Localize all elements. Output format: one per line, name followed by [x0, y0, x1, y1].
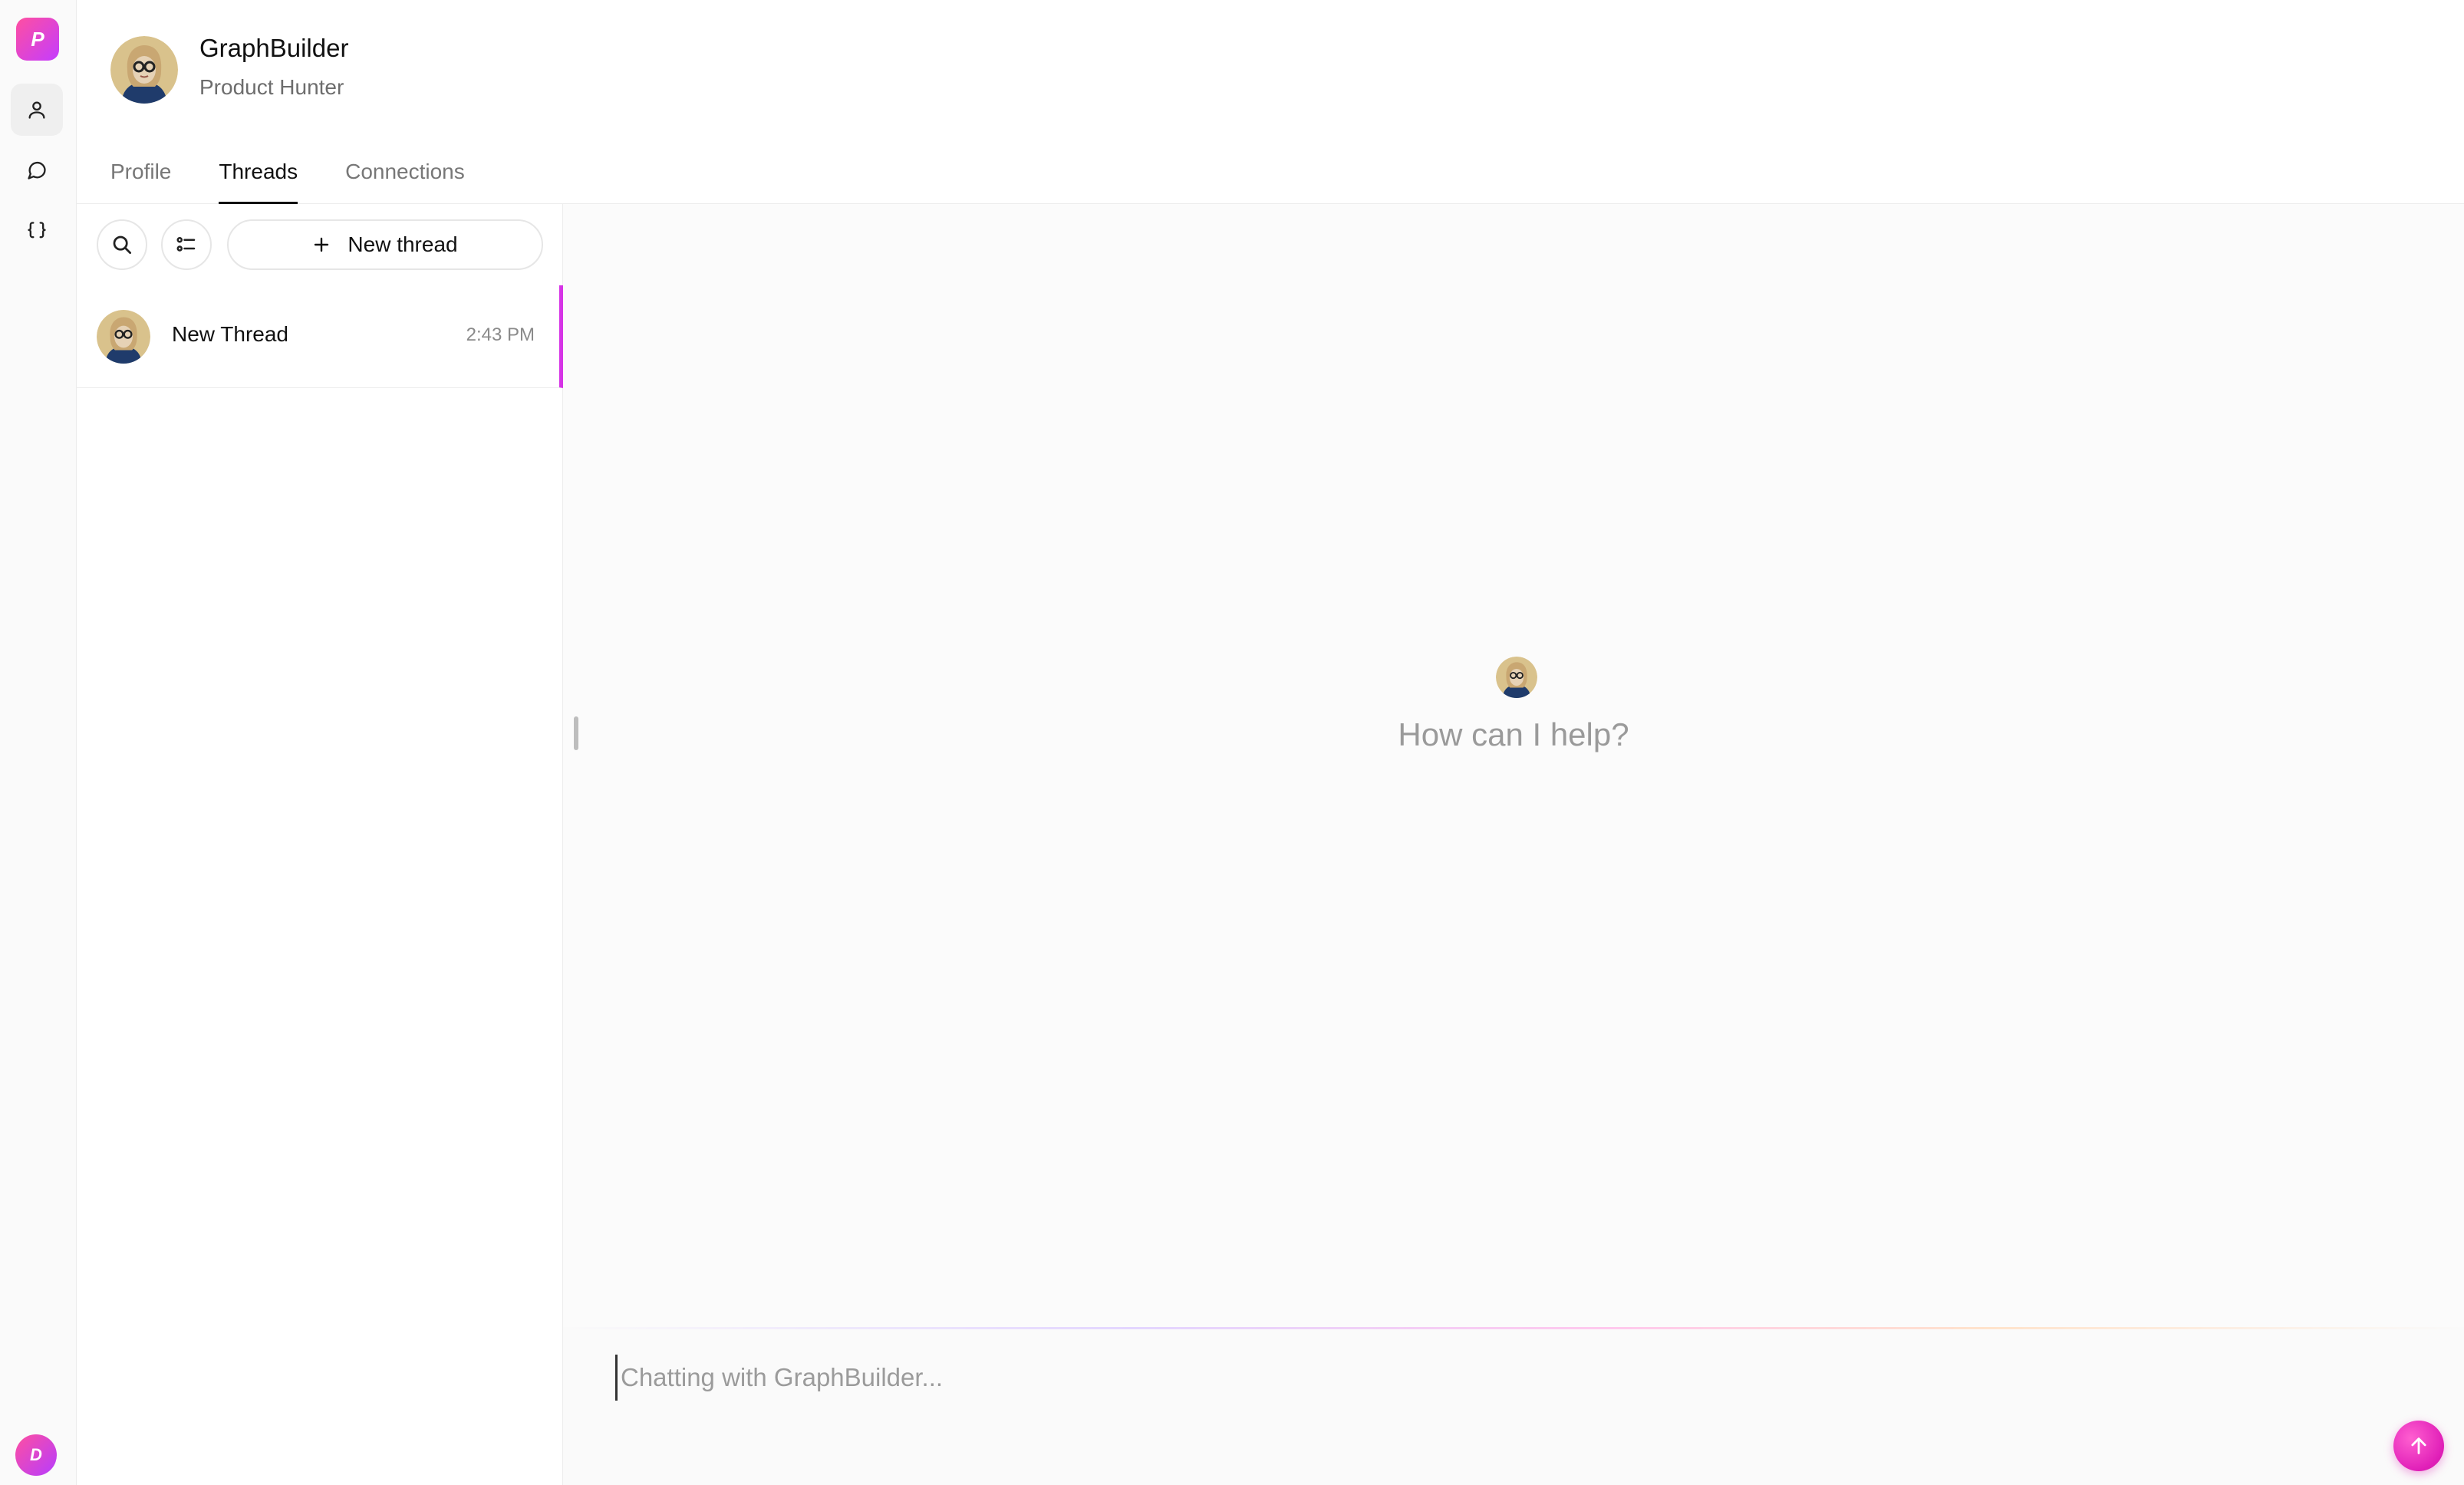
braces-icon: [28, 222, 46, 239]
agent-avatar: [110, 36, 178, 104]
chat-area: How can I help?: [563, 204, 2464, 1485]
thread-time: 2:43 PM: [466, 324, 535, 345]
chat-bubble-icon: [28, 161, 46, 179]
rail-chats-button[interactable]: [11, 144, 63, 196]
composer-divider: [563, 1327, 2464, 1329]
tab-profile[interactable]: Profile: [110, 155, 171, 204]
empty-state-prompt: How can I help?: [1398, 716, 1629, 752]
user-avatar[interactable]: D: [15, 1434, 57, 1476]
tab-threads[interactable]: Threads: [219, 155, 298, 204]
agent-tabs: Profile Threads Connections: [110, 155, 512, 204]
message-composer: [563, 1327, 2464, 1485]
search-icon: [113, 235, 131, 254]
agent-subtitle: Product Hunter: [199, 75, 344, 99]
arrow-up-icon: [2411, 1437, 2426, 1454]
plus-icon: [315, 237, 329, 252]
app-logo-letter: P: [31, 27, 44, 51]
app-logo[interactable]: P: [16, 18, 59, 61]
app-rail: P D: [0, 0, 77, 1485]
send-button[interactable]: [2393, 1421, 2444, 1471]
thread-list-item[interactable]: New Thread 2:43 PM: [77, 285, 563, 388]
thread-title: New Thread: [172, 322, 289, 346]
agent-header: GraphBuilder Product Hunter Profile Thre…: [77, 0, 2464, 204]
search-button[interactable]: [97, 219, 147, 270]
agent-name: GraphBuilder: [199, 34, 349, 62]
new-thread-button[interactable]: New thread: [227, 219, 543, 270]
thread-list-panel: New thread New Thread 2:43 PM: [77, 204, 563, 1485]
rail-code-button[interactable]: [11, 205, 63, 257]
chat-agent-avatar: [1496, 657, 1537, 698]
tab-connections[interactable]: Connections: [345, 155, 465, 204]
message-input[interactable]: [615, 1355, 2380, 1401]
user-icon: [28, 101, 45, 119]
rail-agents-button[interactable]: [11, 84, 63, 136]
filter-list-button[interactable]: [161, 219, 212, 270]
new-thread-label: New thread: [348, 232, 458, 256]
list-filter-icon: [176, 237, 196, 252]
user-initial: D: [30, 1445, 42, 1464]
thread-avatar: [97, 310, 150, 364]
